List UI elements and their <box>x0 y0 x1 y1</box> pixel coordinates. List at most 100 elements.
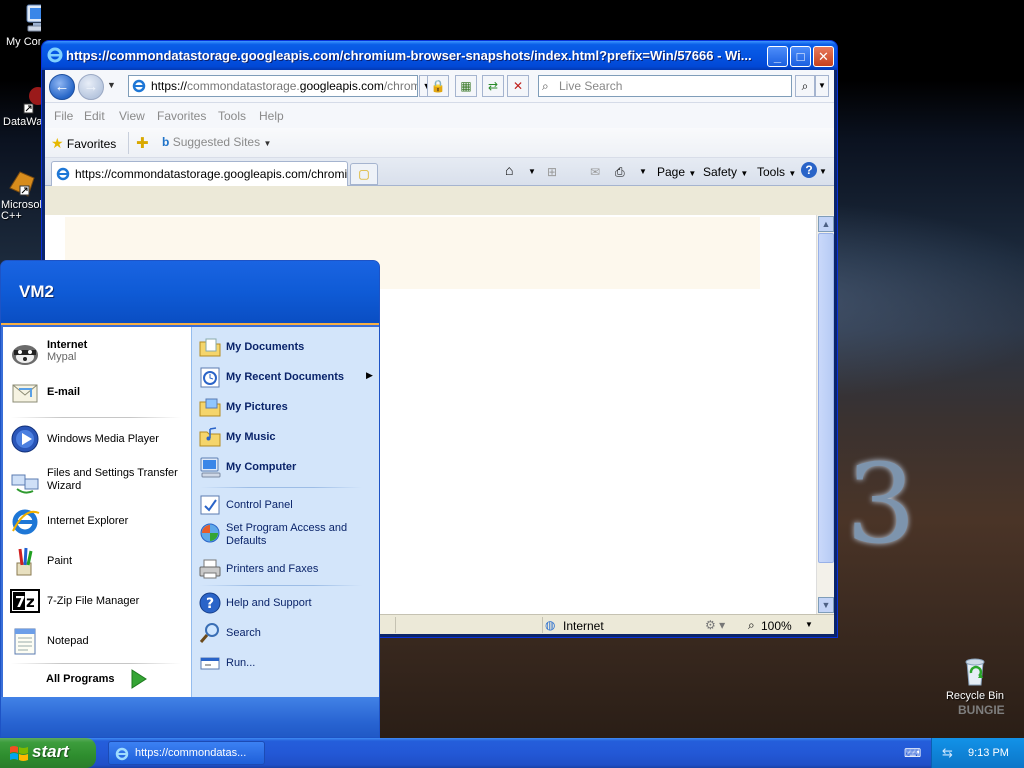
start-button[interactable]: start <box>0 738 96 768</box>
help-dropdown-icon[interactable]: ▼ <box>819 167 827 176</box>
run[interactable]: Run... <box>198 651 376 675</box>
desktop-icon-recycle-bin[interactable]: Recycle Bin <box>940 656 1010 702</box>
favorites-button[interactable]: ★ Favorites <box>51 135 116 152</box>
compatibility-view-icon[interactable]: ▦ <box>455 75 477 97</box>
mail-icon[interactable]: ✉ <box>590 165 600 179</box>
pinned-email-label: E-mail <box>47 386 81 398</box>
page-menu-label: Page <box>657 165 686 179</box>
safety-menu[interactable]: Safety ▼ <box>703 165 748 179</box>
scroll-up-button[interactable]: ▲ <box>818 216 834 232</box>
clock[interactable]: 9:13 PM <box>968 747 1009 759</box>
menu-edit[interactable]: Edit <box>84 109 105 123</box>
desktop-icon-my-computer[interactable]: My Com <box>0 2 41 62</box>
setting-control-panel[interactable]: Control Panel <box>198 493 376 517</box>
recent-paint[interactable]: Paint <box>9 545 189 577</box>
bing-icon: b <box>162 135 170 149</box>
search-button[interactable]: ⌕ <box>795 75 815 97</box>
scroll-thumb[interactable] <box>818 233 834 563</box>
setting-printers-faxes[interactable]: Printers and Faxes <box>198 557 376 581</box>
menu-favorites[interactable]: Favorites <box>157 109 206 123</box>
notepad-icon <box>14 628 36 655</box>
recent-notepad[interactable]: Notepad <box>9 625 189 657</box>
tools-menu-label: Tools <box>757 165 786 179</box>
home-icon[interactable]: ⌂ <box>505 162 513 178</box>
address-row: ← → ▼ https://commondatastorage.googleap… <box>45 70 834 103</box>
pinned-email[interactable]: E-mail <box>9 377 189 409</box>
suggested-sites-button[interactable]: b Suggested Sites ▼ <box>162 135 271 149</box>
ie-window-title: https://commondatastorage.googleapis.com… <box>66 48 752 63</box>
search[interactable]: Search <box>198 621 376 645</box>
place-my-computer[interactable]: My Computer <box>198 455 376 479</box>
recent-item-label: Internet Explorer <box>47 515 129 527</box>
menu-view[interactable]: View <box>119 109 145 123</box>
place-label: My Recent Documents <box>226 371 344 383</box>
recent-windows-media-player[interactable]: Windows Media Player <box>9 423 189 455</box>
maximize-button[interactable]: □ <box>790 46 811 67</box>
search-icon <box>199 623 219 643</box>
tools-menu[interactable]: Tools ▼ <box>757 165 796 179</box>
zoom-icon: ⌕ <box>748 618 755 632</box>
ie-titlebar[interactable]: https://commondatastorage.googleapis.com… <box>42 41 837 70</box>
forward-button[interactable]: → <box>78 74 104 100</box>
menu-file[interactable]: File <box>54 109 73 123</box>
toolbar-divider <box>128 132 129 154</box>
recent-item-label: Windows Media Player <box>47 433 159 445</box>
start-menu: VM2 Internet Mypal E-mail Windows Media … <box>0 260 380 738</box>
desktop-icon-label: DataWa <box>3 116 41 128</box>
security-lock-icon[interactable]: 🔒 <box>427 75 449 97</box>
svg-text:z: z <box>26 593 35 611</box>
internet-explorer-icon <box>12 509 40 535</box>
tab-current[interactable]: https://commondatastorage.googleapis.com… <box>51 161 348 186</box>
zoom-level[interactable]: 100% <box>761 619 792 633</box>
place-my-pictures[interactable]: My Pictures <box>198 395 376 419</box>
help-label: Run... <box>226 657 256 669</box>
submenu-arrow-icon: ▶ <box>366 370 373 380</box>
new-tab-button[interactable]: ▢ <box>350 163 378 185</box>
recent-internet-explorer[interactable]: Internet Explorer <box>9 505 189 537</box>
help-icon[interactable]: ? <box>801 162 817 178</box>
desktop-icon-visual-cpp[interactable]: Microsol C++ <box>0 168 41 230</box>
close-button[interactable]: ✕ <box>813 46 834 67</box>
place-my-music[interactable]: My Music <box>198 425 376 449</box>
folder-music-icon <box>199 427 221 447</box>
menu-help[interactable]: Help <box>259 109 284 123</box>
place-label: My Computer <box>226 461 297 473</box>
separator <box>11 663 181 664</box>
taskbar-button-ie[interactable]: https://commondatas... <box>108 741 265 765</box>
recent-item-label: 7-Zip File Manager <box>47 595 140 607</box>
help-and-support[interactable]: ? Help and Support <box>198 591 376 615</box>
menu-bar: File Edit View Favorites Tools Help <box>45 103 834 128</box>
feeds-icon[interactable]: ⊞ <box>547 165 557 179</box>
recent-7zip[interactable]: 7 z 7-Zip File Manager <box>9 585 189 617</box>
recent-pages-dropdown-icon[interactable]: ▼ <box>107 80 116 90</box>
address-bar[interactable]: https://commondatastorage.googleapis.com… <box>128 75 418 97</box>
place-my-documents[interactable]: My Documents <box>198 335 376 359</box>
zoom-dropdown-icon[interactable]: ▼ <box>805 620 813 629</box>
search-options-dropdown[interactable]: ▼ <box>815 75 829 97</box>
scroll-down-button[interactable]: ▼ <box>818 597 834 613</box>
recycle-bin-icon <box>965 658 985 686</box>
network-icon[interactable]: ⇆ <box>942 745 953 761</box>
search-input[interactable]: Live Search <box>538 75 792 97</box>
page-icon <box>56 167 70 181</box>
back-button[interactable]: ← <box>49 74 75 100</box>
setting-program-access[interactable]: Set Program Access and Defaults <box>198 521 376 551</box>
pinned-internet[interactable]: Internet Mypal <box>9 337 189 369</box>
print-dropdown-icon[interactable]: ▼ <box>639 167 647 176</box>
page-menu[interactable]: Page ▼ <box>657 165 696 179</box>
desktop-icon-datawarehouse[interactable]: DataWa <box>0 84 41 136</box>
vertical-scrollbar[interactable]: ▲ ▼ <box>816 215 834 614</box>
home-dropdown-icon[interactable]: ▼ <box>528 167 536 176</box>
protected-mode-icon[interactable]: ⚙ ▾ <box>705 618 725 632</box>
refresh-icon[interactable]: ⇄ <box>482 75 504 97</box>
minimize-button[interactable]: _ <box>767 46 788 67</box>
menu-tools[interactable]: Tools <box>218 109 246 123</box>
print-icon[interactable]: ⎙ <box>615 165 625 180</box>
keyboard-icon[interactable]: ⌨ <box>904 746 921 760</box>
add-favorite-icon[interactable]: ✚ <box>136 134 149 152</box>
place-my-recent-documents[interactable]: My Recent Documents ▶ <box>198 365 376 389</box>
stop-icon[interactable]: ✕ <box>507 75 529 97</box>
favorites-star-icon: ★ <box>51 135 64 151</box>
recent-files-transfer-wizard[interactable]: Files and Settings Transfer Wizard <box>9 465 189 497</box>
all-programs-button[interactable]: All Programs <box>46 669 147 689</box>
